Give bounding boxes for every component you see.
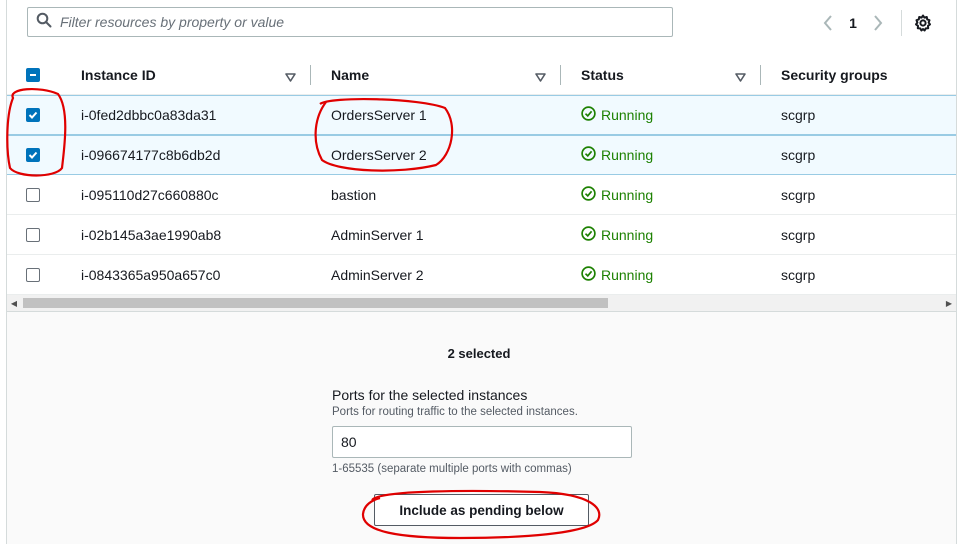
table-row[interactable]: i-02b145a3ae1990ab8 AdminServer 1 Runnin… [7,215,956,255]
instance-name: AdminServer 2 [331,266,424,283]
column-header-instance-id[interactable]: Instance ID [81,55,156,95]
ports-label: Ports for the selected instances [332,387,528,403]
instance-name: AdminServer 1 [331,226,424,243]
column-header-name[interactable]: Name [331,55,369,95]
instance-id: i-0843365a950a657c0 [81,266,221,283]
security-group: scgrp [781,226,816,243]
status-text: Running [601,226,654,243]
scroll-left-arrow-icon[interactable]: ◀ [7,295,21,311]
table-row[interactable]: i-095110d27c660880c bastion Running scgr… [7,175,956,215]
instance-id: i-0fed2dbbc0a83da31 [81,107,217,123]
checkbox-unchecked[interactable] [26,227,40,242]
sort-caret-down-icon[interactable] [285,70,296,88]
instance-name: OrdersServer 1 [331,107,427,123]
include-as-pending-button[interactable]: Include as pending below [374,494,589,526]
select-all-indeterminate[interactable] [26,68,40,82]
previous-page-icon[interactable] [818,12,838,34]
instance-name: bastion [331,186,377,203]
table-row[interactable]: i-0843365a950a657c0 AdminServer 2 Runnin… [7,255,956,295]
check-circle-icon [581,225,596,244]
pagination: 1 [818,12,888,34]
instance-id: i-095110d27c660880c [81,186,219,203]
checkbox-unchecked[interactable] [26,187,40,202]
column-header-status[interactable]: Status [581,55,624,95]
check-circle-icon [581,146,596,164]
table-row[interactable]: i-096674177c8b6db2d OrdersServer 2 Runni… [7,135,956,175]
security-group: scgrp [781,186,816,203]
ports-description: Ports for routing traffic to the selecte… [332,406,578,418]
row-checkbox[interactable] [26,96,40,134]
instance-name: OrdersServer 2 [331,147,427,163]
checkbox-checked[interactable] [26,108,40,122]
table-row[interactable]: i-0fed2dbbc0a83da31 OrdersServer 1 Runni… [7,95,956,135]
instance-status: Running [581,136,653,174]
check-circle-icon [581,265,596,284]
next-page-icon[interactable] [868,12,888,34]
row-checkbox[interactable] [26,255,40,294]
security-group: scgrp [781,147,816,163]
row-checkbox[interactable] [26,215,40,254]
filter-input[interactable]: Filter resources by property or value [27,7,673,37]
status-text: Running [601,266,654,283]
current-page-number[interactable]: 1 [838,15,868,31]
ports-hint: 1-65535 (separate multiple ports with co… [332,463,572,475]
select-all-checkbox[interactable] [26,55,40,95]
instance-status: Running [581,96,653,134]
status-text: Running [601,107,654,123]
security-group: scgrp [781,266,816,283]
instance-status: Running [581,175,653,214]
sort-caret-down-icon[interactable] [535,70,546,88]
selected-count: 2 selected [447,346,511,361]
instance-id: i-096674177c8b6db2d [81,147,221,163]
status-text: Running [601,186,654,203]
status-text: Running [601,147,654,163]
check-circle-icon [581,185,596,204]
checkbox-checked[interactable] [26,148,40,162]
table-header: Instance ID Name Status Security groups [7,55,956,95]
horizontal-scrollbar[interactable]: ◀ ▶ [7,295,956,312]
column-divider [560,65,561,85]
row-checkbox[interactable] [26,136,40,174]
ports-input[interactable] [332,426,632,458]
column-header-security-groups[interactable]: Security groups [781,55,888,95]
security-group: scgrp [781,107,816,123]
column-divider [760,65,761,85]
sort-caret-down-icon[interactable] [735,70,746,88]
scrollbar-thumb[interactable] [23,298,608,308]
checkbox-unchecked[interactable] [26,267,40,282]
instance-status: Running [581,215,653,254]
row-checkbox[interactable] [26,175,40,214]
scroll-right-arrow-icon[interactable]: ▶ [942,295,956,311]
gear-icon[interactable] [914,14,932,37]
instance-status: Running [581,255,653,294]
check-circle-icon [581,106,596,124]
toolbar-divider [901,10,902,36]
instance-id: i-02b145a3ae1990ab8 [81,226,222,243]
search-icon [36,12,52,33]
column-divider [310,65,311,85]
filter-placeholder: Filter resources by property or value [60,14,285,30]
